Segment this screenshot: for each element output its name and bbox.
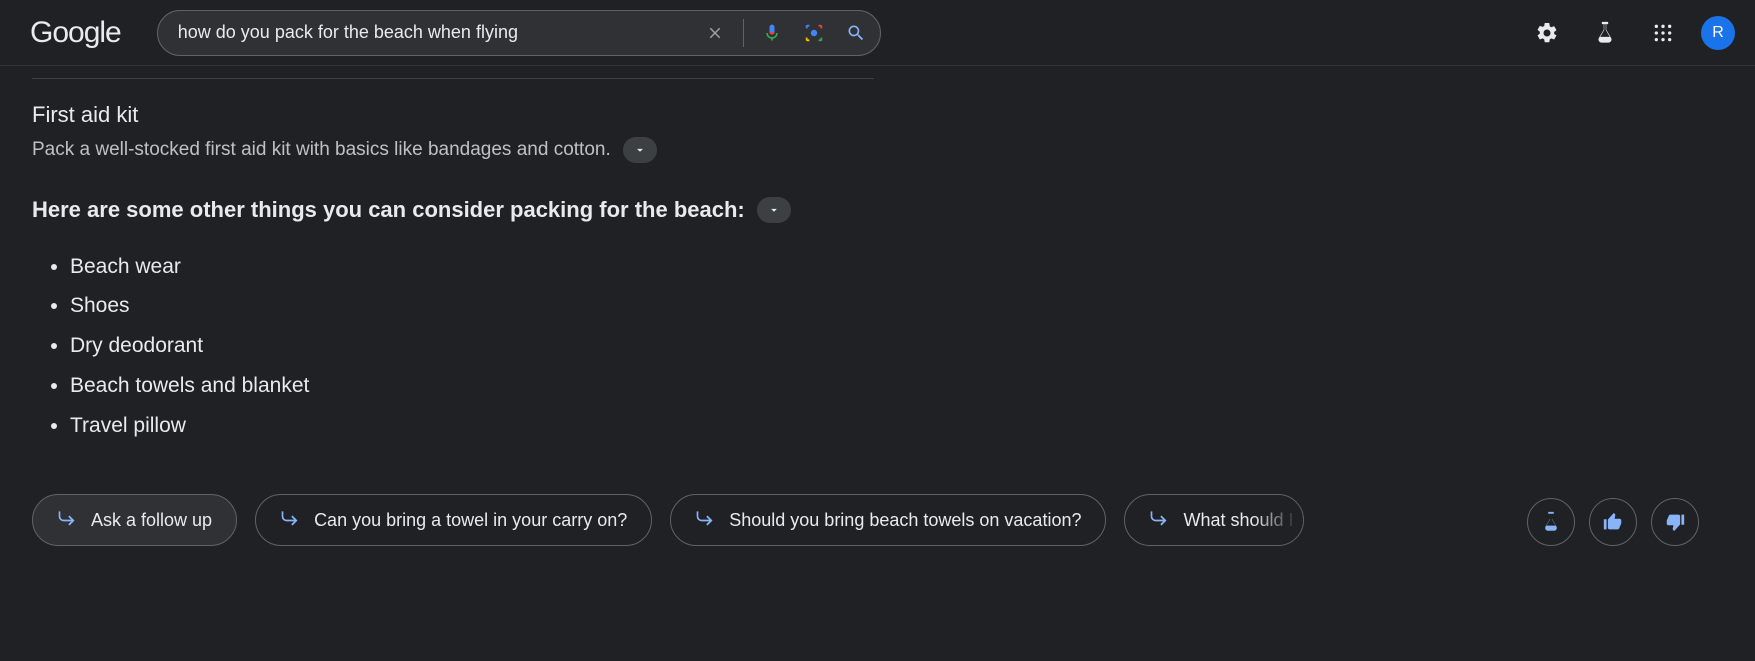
thumbs-down-button[interactable]	[1651, 498, 1699, 546]
mic-icon[interactable]	[760, 21, 784, 45]
search-input[interactable]	[178, 22, 703, 43]
header-right: R	[1527, 13, 1735, 53]
list-item: Dry deodorant	[70, 326, 880, 366]
followup-row: Ask a follow up Can you bring a towel in…	[32, 494, 1755, 546]
labs-feedback-button[interactable]	[1527, 498, 1575, 546]
divider	[743, 19, 744, 47]
followup-arrow-icon	[695, 508, 715, 533]
packing-list: Beach wear Shoes Dry deodorant Beach tow…	[32, 247, 880, 446]
chip-label: What should I p	[1183, 510, 1304, 531]
followup-chip[interactable]: What should I p	[1124, 494, 1304, 546]
divider	[32, 78, 874, 79]
chip-label: Can you bring a towel in your carry on?	[314, 510, 627, 531]
followup-arrow-icon	[57, 508, 77, 533]
search-bar-icons	[703, 19, 868, 47]
section-title: First aid kit	[32, 102, 880, 128]
followup-arrow-icon	[280, 508, 300, 533]
lens-icon[interactable]	[802, 21, 826, 45]
list-item: Beach towels and blanket	[70, 366, 880, 406]
followup-chip[interactable]: Can you bring a towel in your carry on?	[255, 494, 652, 546]
header: Google R	[0, 0, 1755, 66]
search-bar[interactable]	[157, 10, 881, 56]
search-icon[interactable]	[844, 21, 868, 45]
chip-label: Ask a follow up	[91, 510, 212, 531]
ask-followup-button[interactable]: Ask a follow up	[32, 494, 237, 546]
apps-icon[interactable]	[1643, 13, 1683, 53]
chip-label: Should you bring beach towels on vacatio…	[729, 510, 1081, 531]
section-body: Pack a well-stocked first aid kit with b…	[32, 136, 880, 165]
list-item: Travel pillow	[70, 406, 880, 446]
list-item: Beach wear	[70, 247, 880, 287]
clear-icon[interactable]	[703, 21, 727, 45]
subhead: Here are some other things you can consi…	[32, 197, 880, 223]
followup-arrow-icon	[1149, 508, 1169, 533]
expand-icon[interactable]	[757, 197, 791, 223]
list-item: Shoes	[70, 286, 880, 326]
main-content: First aid kit Pack a well-stocked first …	[0, 66, 880, 446]
account-avatar[interactable]: R	[1701, 16, 1735, 50]
google-logo[interactable]: Google	[30, 16, 121, 50]
subhead-text: Here are some other things you can consi…	[32, 197, 745, 223]
expand-icon[interactable]	[623, 137, 657, 163]
labs-icon[interactable]	[1585, 13, 1625, 53]
settings-icon[interactable]	[1527, 13, 1567, 53]
thumbs-up-button[interactable]	[1589, 498, 1637, 546]
followup-chip[interactable]: Should you bring beach towels on vacatio…	[670, 494, 1106, 546]
feedback-row	[1527, 498, 1699, 546]
section-body-text: Pack a well-stocked first aid kit with b…	[32, 136, 611, 165]
